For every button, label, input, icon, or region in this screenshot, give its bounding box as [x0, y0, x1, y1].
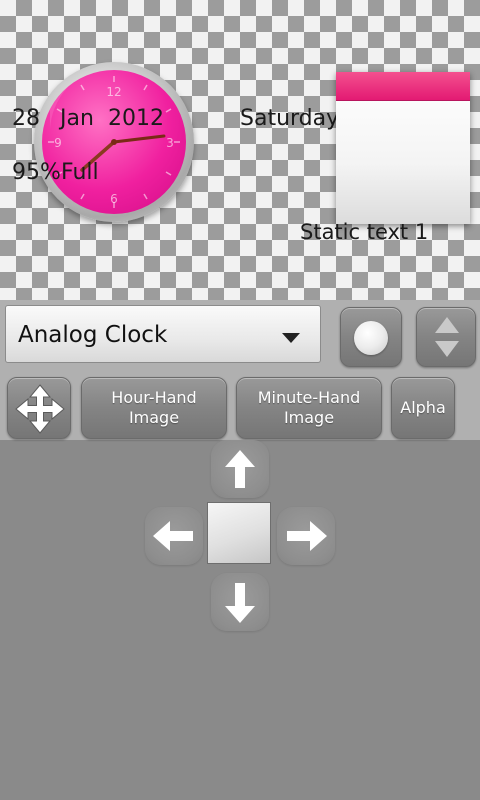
- move-up-button[interactable]: [211, 440, 269, 498]
- triangle-up-icon: [435, 317, 459, 333]
- widget-type-select[interactable]: Analog Clock: [5, 305, 321, 363]
- alpha-button[interactable]: Alpha: [391, 377, 455, 439]
- hour-hand-image-label: Hour-Hand Image: [111, 388, 197, 427]
- toolbar-row-1: Analog Clock: [0, 300, 480, 374]
- analog-clock[interactable]: 12 3 6 9: [34, 62, 194, 222]
- widget-preview: 12 3 6 9 28 Jan 2012 Saturday 95% Full S…: [0, 0, 480, 300]
- clock-number-3: 3: [166, 136, 174, 150]
- weekday: Saturday: [240, 106, 340, 131]
- minute-hand-image-label: Minute-Hand Image: [257, 388, 361, 427]
- circle-button[interactable]: [340, 307, 402, 367]
- clock-number-9: 9: [54, 136, 62, 150]
- calendar-header-band: [336, 72, 470, 101]
- move-arrows-icon: [15, 384, 65, 434]
- widget-type-selected: Analog Clock: [18, 322, 168, 348]
- static-text: Static text 1: [300, 220, 429, 244]
- center-square-button[interactable]: [207, 502, 271, 564]
- move-down-button[interactable]: [211, 573, 269, 631]
- hour-hand-image-button[interactable]: Hour-Hand Image: [81, 377, 227, 439]
- toolbar-row-2: Hour-Hand Image Minute-Hand Image Alpha: [0, 374, 480, 440]
- clock-face: 12 3 6 9: [42, 70, 186, 214]
- clock-dial-icon: 12 3 6 9: [48, 70, 180, 208]
- arrow-right-icon: [287, 521, 327, 551]
- calendar-widget[interactable]: [336, 72, 470, 224]
- move-button[interactable]: [7, 377, 71, 439]
- triangle-down-icon: [435, 341, 459, 357]
- date-year: 2012: [108, 106, 164, 131]
- date-day: 28: [12, 106, 40, 131]
- arrow-left-icon: [153, 521, 193, 551]
- battery-percent: 95%: [12, 160, 61, 185]
- battery-status: Full: [61, 160, 99, 185]
- circle-icon: [354, 321, 388, 355]
- arrow-up-icon: [225, 450, 255, 488]
- up-down-button[interactable]: [416, 307, 476, 367]
- clock-number-6: 6: [110, 192, 118, 206]
- clock-number-12: 12: [106, 85, 121, 99]
- dropdown-caret-icon: [282, 333, 300, 343]
- date-month: Jan: [60, 106, 94, 131]
- minute-hand-image-button[interactable]: Minute-Hand Image: [236, 377, 382, 439]
- arrow-down-icon: [225, 583, 255, 623]
- move-left-button[interactable]: [145, 507, 203, 565]
- move-right-button[interactable]: [277, 507, 335, 565]
- alpha-label: Alpha: [400, 398, 446, 417]
